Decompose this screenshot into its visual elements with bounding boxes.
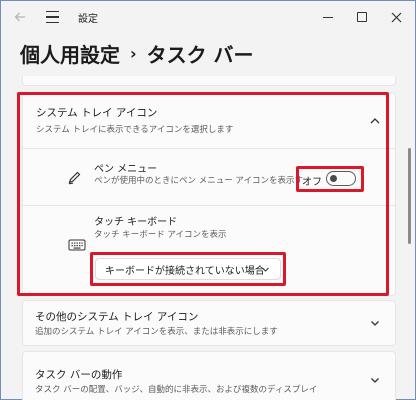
close-button[interactable]	[384, 0, 408, 34]
breadcrumb: 個人用設定 › タスク バー	[20, 38, 254, 68]
minimize-button[interactable]	[316, 0, 340, 34]
taskbar-behaviors-card[interactable]: タスク バーの動作 タスク バーの配置、バッジ、自動的に非表示、および複数のディ…	[22, 351, 396, 400]
scrollbar[interactable]	[408, 148, 411, 244]
pen-icon	[68, 171, 81, 185]
card-title: タスク バーの動作	[35, 369, 123, 381]
toggle-knob	[330, 174, 337, 182]
back-arrow-icon[interactable]	[8, 0, 32, 34]
hamburger-menu-icon[interactable]	[42, 0, 62, 34]
app-title: 設定	[78, 14, 98, 25]
breadcrumb-parent[interactable]: 個人用設定	[20, 39, 120, 68]
other-system-tray-icons-card[interactable]: その他のシステム トレイ アイコン 追加のシステム トレイ アイコンを表示、また…	[22, 300, 396, 346]
touch-keyboard-dropdown[interactable]: キーボードが接続されていない場合	[95, 258, 281, 280]
chevron-down-icon[interactable]	[369, 317, 381, 329]
chevron-down-icon	[262, 267, 269, 272]
breadcrumb-separator: ›	[130, 43, 137, 63]
pen-menu-toggle-label: オフ	[302, 177, 322, 188]
minimize-icon	[323, 16, 333, 18]
title-bar: 設定	[0, 0, 416, 34]
pen-menu-title: ペン メニュー	[94, 164, 158, 175]
chevron-down-icon[interactable]	[369, 374, 381, 386]
section-title: システム トレイ アイコン	[36, 107, 158, 119]
section-subtitle: システム トレイに表示できるアイコンを選択します	[36, 125, 234, 135]
dropdown-value: キーボードが接続されていない場合	[105, 265, 265, 277]
maximize-button[interactable]	[350, 0, 374, 34]
close-icon	[391, 12, 401, 22]
touch-keyboard-title: タッチ キーボード	[94, 217, 178, 228]
card-subtitle: 追加のシステム トレイ アイコンを表示、または非表示にします	[35, 327, 278, 337]
system-tray-icons-header[interactable]: システム トレイ アイコン システム トレイに表示できるアイコンを選択します	[36, 105, 396, 135]
pen-menu-subtitle: ペンが使用中のときにペン メニュー アイコンを表示す	[94, 176, 303, 186]
card-title: その他のシステム トレイ アイコン	[35, 311, 199, 323]
touch-keyboard-subtitle: タッチ キーボード アイコンを表示	[94, 230, 227, 240]
pen-menu-toggle[interactable]	[326, 171, 356, 186]
card-subtitle: タスク バーの配置、バッジ、自動的に非表示、および複数のディスプレイ	[35, 385, 318, 395]
divider	[22, 205, 396, 206]
chevron-up-icon[interactable]	[368, 114, 382, 128]
page-title: タスク バー	[146, 42, 254, 67]
maximize-icon	[357, 12, 367, 22]
previous-card-edge	[22, 76, 396, 86]
keyboard-icon	[68, 239, 86, 251]
divider	[22, 148, 396, 149]
